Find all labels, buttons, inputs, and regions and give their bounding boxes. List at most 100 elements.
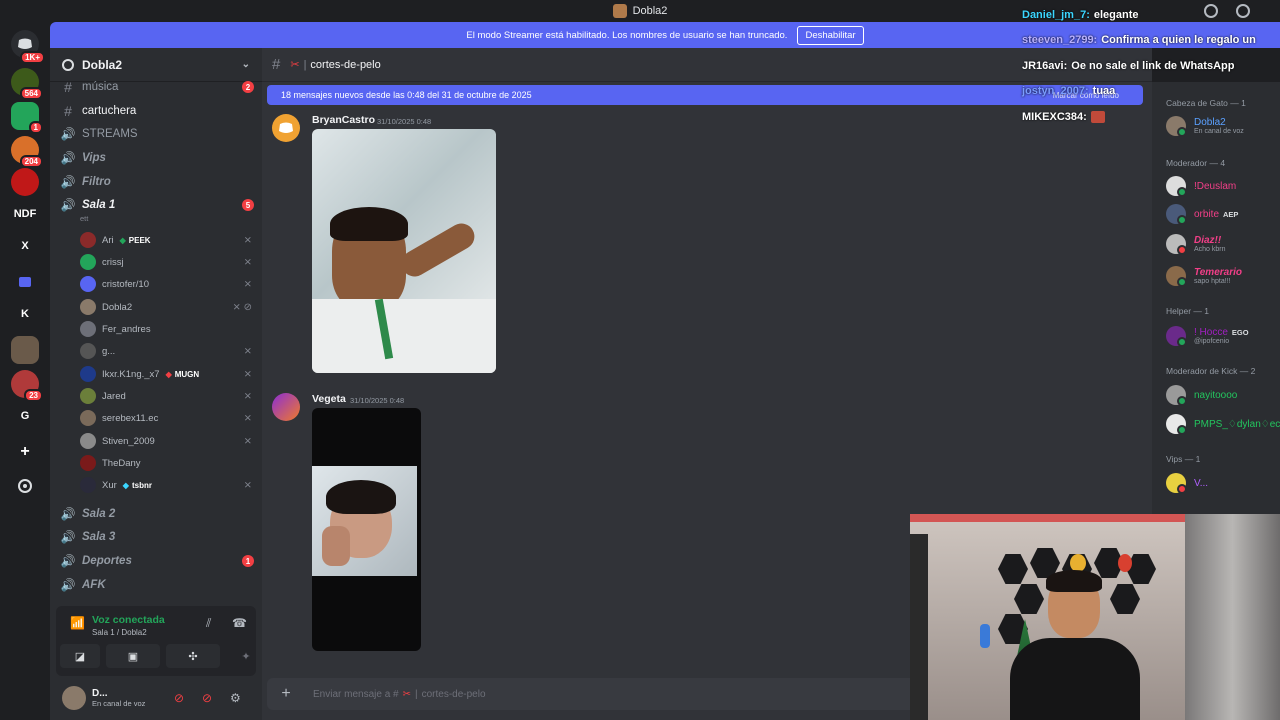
chat-line: Daniel_jm_7: elegante xyxy=(1022,2,1280,28)
muted-icon: ⨯ xyxy=(243,435,252,447)
voice-user[interactable]: cristofer/10 ⨯ xyxy=(80,274,252,294)
avatar xyxy=(80,388,96,404)
server-x[interactable]: X xyxy=(11,232,39,260)
hash-icon: # xyxy=(64,79,72,95)
voice-connection-panel: 📶 Voz conectada Sala 1 / Dobla2 ⫽ ☎ ◪ ▣ … xyxy=(56,606,256,676)
voice-channel-icon: 🔊 xyxy=(60,151,76,165)
avatar xyxy=(80,232,96,248)
soundboard-button[interactable]: ✦ xyxy=(226,644,266,668)
member-item[interactable]: !Deuslam xyxy=(1166,174,1280,198)
voice-user[interactable]: serebex11.ec ⨯ xyxy=(80,408,252,428)
deafened-icon[interactable]: ⊘ xyxy=(202,691,212,705)
folder-icon[interactable] xyxy=(11,268,39,296)
voice-user-name: Fer_andres xyxy=(102,323,151,335)
voice-user[interactable]: TheDany xyxy=(80,453,252,473)
voice-user-name: Jared xyxy=(102,390,126,402)
channel-streams[interactable]: 🔊 STREAMS xyxy=(60,123,254,145)
channel-afk[interactable]: 🔊 AFK xyxy=(60,574,254,596)
channel-sala-1[interactable]: 🔊 Sala 1 5 xyxy=(60,194,254,216)
member-group-header: Helper — 1 xyxy=(1166,306,1209,316)
member-item[interactable]: Diaz!! Acho kbrn xyxy=(1166,232,1280,256)
voice-user-name: serebex11.ec xyxy=(102,412,159,424)
member-item[interactable]: V... xyxy=(1166,471,1280,495)
voice-user[interactable]: crissj ⨯ xyxy=(80,252,252,272)
server-icon-1[interactable]: 564 xyxy=(11,68,43,100)
avatar xyxy=(1166,204,1187,225)
clan-tag: ◆ tsbnr xyxy=(122,480,152,490)
add-attachment-icon[interactable]: + xyxy=(271,685,301,703)
disconnect-icon[interactable]: ☎ xyxy=(232,616,247,630)
member-item[interactable]: PMPS_♢dylan♢ec xyxy=(1166,412,1280,436)
member-item[interactable]: ! Hocce EGO @ipofcenio xyxy=(1166,324,1280,348)
member-item[interactable]: nayitoooo xyxy=(1166,383,1280,407)
member-status: Acho kbrn xyxy=(1194,246,1226,253)
server-ndf[interactable]: NDF xyxy=(11,200,39,228)
channel-sala-2[interactable]: 🔊 Sala 2 xyxy=(60,503,254,525)
voice-user[interactable]: Ari ◆ PEEK ⨯ xyxy=(80,230,252,250)
avatar xyxy=(80,433,96,449)
scissors-icon: ✂ xyxy=(290,59,300,71)
message-avatar[interactable] xyxy=(272,393,300,421)
message-image-attachment[interactable] xyxy=(312,129,496,373)
new-messages-bar[interactable]: 18 mensajes nuevos desde las 0:48 del 31… xyxy=(267,85,1143,105)
voice-user[interactable]: Dobla2 ⨯ ⊘ xyxy=(80,297,252,317)
message-timestamp: 31/10/2025 0:48 xyxy=(377,117,432,126)
composer-channel: cortes-de-pelo xyxy=(421,688,486,700)
server-icon xyxy=(612,4,627,18)
voice-actions: ◪ ▣ ✣ ✦ xyxy=(60,644,266,668)
server-badge: 564 xyxy=(19,87,43,100)
explore-icon[interactable] xyxy=(11,472,39,500)
message-video-attachment[interactable] xyxy=(312,408,421,651)
guild-settings-icon xyxy=(62,58,74,71)
message-avatar[interactable] xyxy=(272,114,300,142)
avatar xyxy=(1166,234,1187,255)
channel-vips[interactable]: 🔊 Vips xyxy=(60,147,254,169)
member-item[interactable]: Temerario sapo hpta!!! xyxy=(1166,264,1280,288)
message-author[interactable]: Vegeta xyxy=(312,393,346,405)
muted-icon: ⨯ ⊘ xyxy=(232,301,252,313)
member-item[interactable]: orbite AEP xyxy=(1166,202,1280,226)
voice-user[interactable]: Xur ◆ tsbnr ⨯ xyxy=(80,475,252,495)
message-author[interactable]: BryanCastro xyxy=(312,114,375,126)
voice-user[interactable]: Jared ⨯ xyxy=(80,386,252,406)
noise-suppression-icon[interactable]: ⫽ xyxy=(206,616,211,631)
server-icon-2[interactable]: 1 xyxy=(11,102,43,134)
avatar xyxy=(1166,385,1187,406)
voice-user-name: cristofer/10 xyxy=(102,278,149,290)
voice-user[interactable]: Fer_andres xyxy=(80,319,252,339)
channel-sala-3[interactable]: 🔊 Sala 3 xyxy=(60,526,254,548)
channel-musica[interactable]: # música 2 xyxy=(60,76,254,98)
member-status: sapo hpta!!! xyxy=(1194,278,1231,285)
member-name: !Deuslam xyxy=(1194,180,1237,192)
avatar xyxy=(1166,414,1187,435)
screen-share-button[interactable]: ▣ xyxy=(106,644,160,668)
channel-label: cartuchera xyxy=(82,105,137,117)
voice-channel-icon: 🔊 xyxy=(60,530,76,544)
channel-filtro[interactable]: 🔊 Filtro xyxy=(60,171,254,193)
server-icon-3[interactable]: 204 xyxy=(11,136,43,168)
voice-user[interactable]: Ikxr.K1ng._x7 ◆ MUGN ⨯ xyxy=(80,364,252,384)
server-icon-4[interactable] xyxy=(11,336,39,364)
avatar[interactable] xyxy=(62,686,86,710)
channel-deportes[interactable]: 🔊 Deportes 1 xyxy=(60,550,254,572)
voice-user[interactable]: Stiven_2009 ⨯ xyxy=(80,431,252,451)
gear-icon[interactable]: ⚙ xyxy=(230,691,241,705)
spiderman-server-icon[interactable] xyxy=(11,168,39,196)
discord-home-icon[interactable]: 1K+ xyxy=(11,30,45,64)
channel-cartuchera[interactable]: # cartuchera xyxy=(60,100,254,122)
server-g[interactable]: G xyxy=(11,402,39,430)
chat-user: MIKEXC384: xyxy=(1022,110,1087,123)
member-list: Cabeza de Gato — 1 Dobla2 En canal de voz… xyxy=(1152,82,1280,514)
mic-muted-icon[interactable]: ⊘ xyxy=(174,691,184,705)
voice-user[interactable]: g... ⨯ xyxy=(80,341,252,361)
member-status: @ipofcenio xyxy=(1194,338,1230,345)
add-server-icon[interactable]: + xyxy=(11,438,39,466)
disable-streamer-button[interactable]: Deshabilitar xyxy=(797,25,864,45)
server-icon-5[interactable]: 23 xyxy=(11,370,43,402)
avatar xyxy=(1166,326,1187,347)
server-k[interactable]: K xyxy=(11,300,39,328)
camera-off-button[interactable]: ◪ xyxy=(60,644,100,668)
activities-button[interactable]: ✣ xyxy=(166,644,220,668)
avatar xyxy=(80,254,96,270)
server-badge: 1 xyxy=(28,121,43,134)
